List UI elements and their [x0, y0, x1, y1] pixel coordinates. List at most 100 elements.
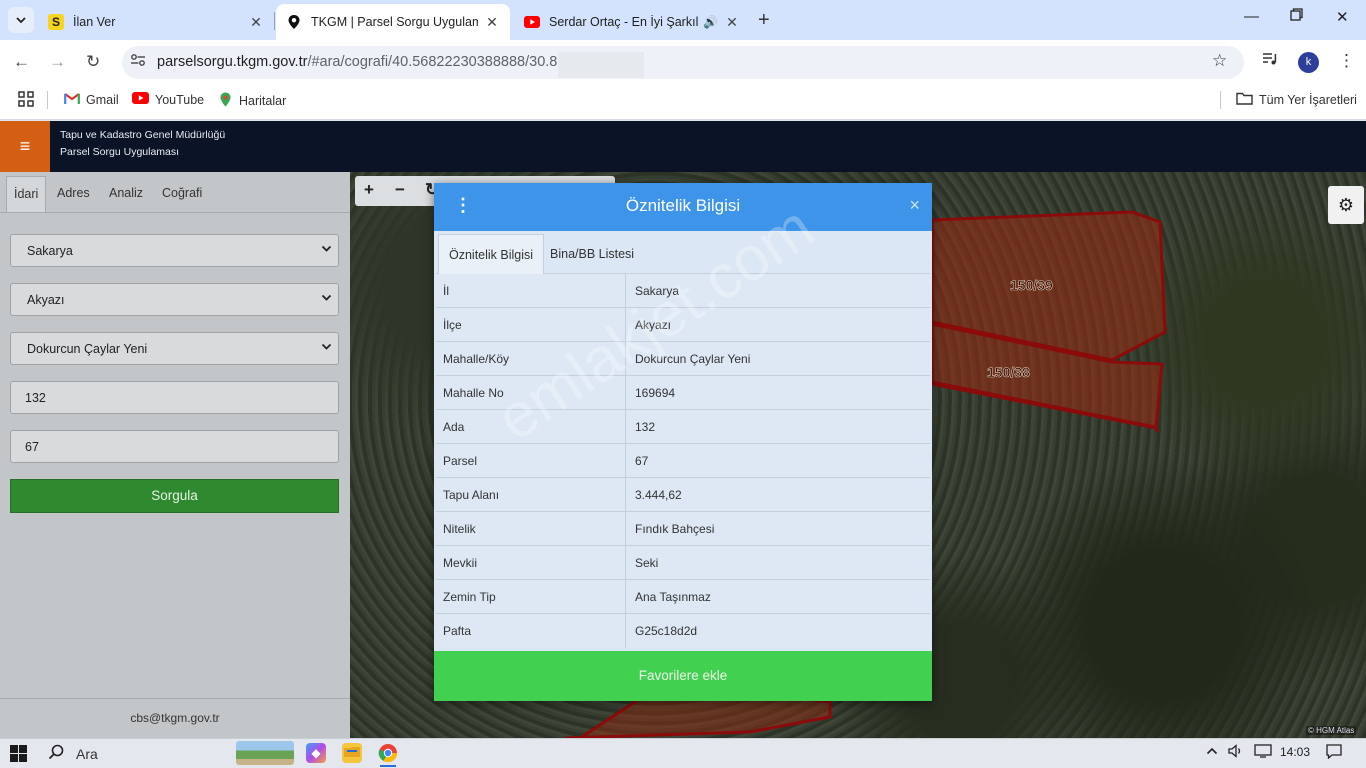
windows-start-icon[interactable] — [10, 745, 27, 765]
zoom-in-icon[interactable]: + — [364, 180, 374, 200]
add-to-favorites-button[interactable]: Favorilere ekle — [434, 651, 932, 701]
new-tab-plus-icon[interactable]: + — [758, 9, 770, 32]
sahibinden-s-icon: S — [48, 14, 64, 30]
search-highlight-image[interactable] — [236, 741, 294, 765]
back-arrow-icon[interactable]: ← — [13, 52, 30, 72]
sorgula-button[interactable]: Sorgula — [10, 479, 339, 513]
table-row: Zemin Tip Ana Taşınmaz — [436, 580, 930, 614]
gear-icon[interactable]: ⚙ — [1328, 186, 1364, 224]
tab-ilan-ver[interactable]: S İlan Ver ✕ — [38, 4, 274, 40]
reload-icon[interactable]: ↻ — [86, 52, 100, 72]
row-key: Ada — [436, 410, 626, 444]
tab-analiz[interactable]: Analiz — [109, 186, 143, 200]
row-value: Seki — [635, 556, 659, 570]
tab-oznitelik-bilgisi[interactable]: Öznitelik Bilgisi — [438, 234, 545, 274]
chevron-down-icon — [16, 17, 26, 24]
search-icon — [48, 744, 64, 764]
window-close-icon[interactable]: ✕ — [1336, 8, 1349, 26]
tab-close-icon[interactable]: ✕ — [484, 14, 500, 31]
dialog-header[interactable]: ⋮ Öznitelik Bilgisi × — [434, 183, 932, 231]
taskbar-search-label: Ara — [76, 746, 98, 762]
chevron-up-icon[interactable] — [1206, 744, 1218, 759]
url-text[interactable]: parselsorgu.tkgm.gov.tr/#ara/cografi/40.… — [157, 54, 574, 70]
copilot-icon[interactable]: ◆ — [306, 743, 326, 763]
table-row: İlçe Akyazı — [436, 308, 930, 342]
tab-adres[interactable]: Adres — [57, 186, 90, 200]
browser-menu-icon[interactable]: ⋮ — [1338, 51, 1355, 71]
row-key: Tapu Alanı — [436, 478, 626, 512]
tab-search-button[interactable] — [8, 7, 34, 33]
apps-grid-icon[interactable] — [18, 91, 34, 107]
bookmark-label: YouTube — [155, 92, 205, 107]
chevron-down-icon — [321, 341, 332, 355]
chrome-icon[interactable] — [378, 743, 398, 763]
youtube-icon — [132, 92, 149, 107]
chevron-down-icon — [321, 292, 332, 306]
url-redaction — [558, 52, 644, 78]
row-value: G25c18d2d — [635, 624, 698, 638]
bookmark-gmail[interactable]: Gmail — [64, 92, 119, 107]
site-info-icon[interactable] — [130, 53, 146, 70]
speaker-icon[interactable]: 🔊 — [703, 15, 718, 29]
bookmark-haritalar[interactable]: Haritalar — [218, 92, 286, 110]
forward-arrow-icon[interactable]: → — [49, 52, 66, 72]
tab-title: TKGM | Parsel Sorgu Uygulaması — [311, 15, 478, 29]
row-value: Ana Taşınmaz — [635, 590, 711, 604]
contact-email[interactable]: cbs@tkgm.gov.tr — [0, 711, 350, 725]
bookmark-star-icon[interactable]: ☆ — [1212, 51, 1227, 71]
row-value: 67 — [635, 454, 649, 468]
restore-icon[interactable] — [1290, 8, 1303, 25]
profile-avatar[interactable]: k — [1298, 52, 1319, 73]
map-attribution: © HGM Atlas — [1306, 726, 1357, 735]
zoom-out-icon[interactable]: − — [395, 180, 405, 200]
network-icon[interactable] — [1254, 744, 1272, 761]
parsel-input[interactable]: 67 — [10, 430, 339, 463]
bookmark-separator — [1220, 91, 1221, 109]
ada-input[interactable]: 132 — [10, 381, 339, 414]
ilce-select[interactable]: Akyazı — [10, 283, 339, 316]
row-key: Zemin Tip — [436, 580, 626, 614]
close-icon[interactable]: × — [909, 195, 920, 216]
folder-icon — [1236, 92, 1253, 108]
all-bookmarks-button[interactable]: Tüm Yer İşaretleri — [1236, 92, 1357, 108]
tab-separator — [274, 12, 275, 30]
media-controls-icon[interactable] — [1262, 52, 1278, 70]
notification-icon[interactable] — [1326, 744, 1342, 762]
mahalle-select[interactable]: Dokurcun Çaylar Yeni — [10, 332, 339, 365]
minimize-icon[interactable]: — — [1244, 8, 1259, 25]
tab-bina-listesi[interactable]: Bina/BB Listesi — [540, 234, 644, 274]
tab-idari[interactable]: İdari — [6, 176, 46, 212]
all-bookmarks-label: Tüm Yer İşaretleri — [1259, 93, 1357, 107]
bookmark-label: Gmail — [86, 92, 119, 107]
tab-cografi[interactable]: Coğrafi — [162, 186, 202, 200]
chevron-down-icon — [321, 243, 332, 257]
row-value: 169694 — [635, 386, 676, 400]
active-app-indicator — [380, 765, 396, 767]
table-row: Parsel 67 — [436, 444, 930, 478]
tab-youtube-song[interactable]: Serdar Ortaç - En İyi Şarkılar 🔊 ✕ — [514, 4, 750, 40]
file-explorer-icon[interactable] — [342, 743, 362, 763]
tab-tkgm[interactable]: TKGM | Parsel Sorgu Uygulaması ✕ — [276, 4, 510, 40]
gmail-icon — [64, 92, 80, 107]
parcel-label: 150/39 — [1010, 277, 1053, 293]
row-key: İl — [436, 274, 626, 308]
row-key: Mahalle/Köy — [436, 342, 626, 376]
tab-close-icon[interactable]: ✕ — [248, 14, 264, 31]
table-row: Pafta G25c18d2d — [436, 614, 930, 648]
row-value: Dokurcun Çaylar Yeni — [635, 352, 751, 366]
row-key: Mahalle No — [436, 376, 626, 410]
bookmark-youtube[interactable]: YouTube — [132, 92, 204, 107]
table-row: İl Sakarya — [436, 274, 930, 308]
il-select[interactable]: Sakarya — [10, 234, 339, 267]
maps-icon — [218, 92, 233, 110]
parcel-label: 150/38 — [987, 364, 1030, 380]
hamburger-menu-icon[interactable]: ≡ — [0, 121, 50, 172]
taskbar-clock[interactable]: 14:03 — [1280, 745, 1310, 759]
url-path: /#ara/cografi/40.56822230388888/30.864 — [307, 54, 574, 70]
row-key: Nitelik — [436, 512, 626, 546]
dialog-title: Öznitelik Bilgisi — [625, 196, 741, 215]
tab-close-icon[interactable]: ✕ — [724, 14, 740, 31]
row-key: Parsel — [436, 444, 626, 478]
volume-icon[interactable] — [1228, 744, 1244, 761]
location-pin-icon — [286, 14, 302, 30]
